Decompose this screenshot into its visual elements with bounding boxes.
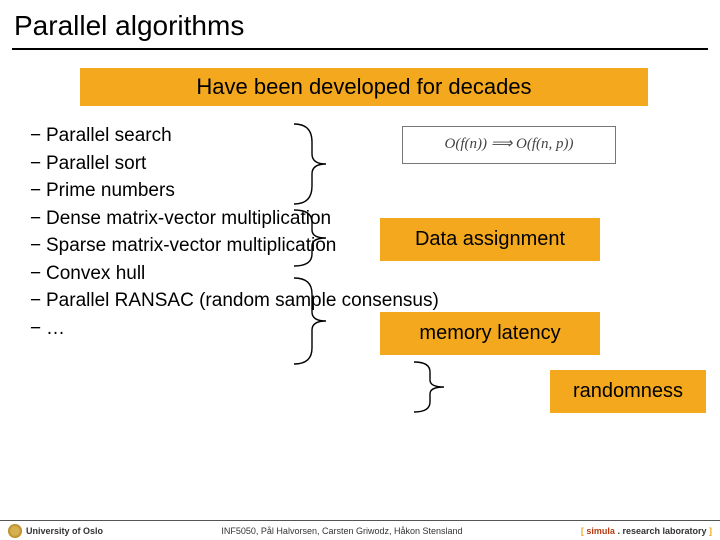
brace-icon <box>288 276 328 366</box>
slide-title: Parallel algorithms <box>0 0 720 46</box>
bullet-dash-icon: − <box>30 315 46 343</box>
list-item: − Parallel RANSAC (random sample consens… <box>30 287 720 315</box>
complexity-formula: O(f(n)) ⟹ O(f(n, p)) <box>402 126 616 164</box>
bullet-dash-icon: − <box>30 260 46 288</box>
list-item-label: … <box>46 315 65 343</box>
footer-left: University of Oslo <box>8 524 103 538</box>
brace-icon <box>288 208 328 268</box>
bullet-dash-icon: − <box>30 232 46 260</box>
brace-icon <box>288 122 328 206</box>
list-item: − Dense matrix-vector multiplication <box>30 205 720 233</box>
content-area: − Parallel search − Parallel sort − Prim… <box>30 122 720 342</box>
footer-brand-lab: research laboratory <box>622 526 706 536</box>
list-item: − Parallel search <box>30 122 720 150</box>
tag-data-assignment: Data assignment <box>380 218 600 261</box>
list-item: − Convex hull <box>30 260 720 288</box>
list-item-label: Parallel search <box>46 122 172 150</box>
footer-university: University of Oslo <box>26 526 103 536</box>
headline-banner: Have been developed for decades <box>80 68 648 106</box>
bullet-dash-icon: − <box>30 287 46 315</box>
university-seal-icon <box>8 524 22 538</box>
footer-lab: [ simula . research laboratory ] <box>581 526 712 536</box>
tag-randomness: randomness <box>550 370 706 413</box>
bullet-dash-icon: − <box>30 205 46 233</box>
footer-course-info: INF5050, Pål Halvorsen, Carsten Griwodz,… <box>103 526 581 536</box>
bullet-dash-icon: − <box>30 122 46 150</box>
bullet-dash-icon: − <box>30 150 46 178</box>
bullet-dash-icon: − <box>30 177 46 205</box>
list-item: − Prime numbers <box>30 177 720 205</box>
list-item: − Parallel sort <box>30 150 720 178</box>
footer-brand-simula: simula <box>586 526 615 536</box>
list-item-label: Prime numbers <box>46 177 175 205</box>
brace-icon <box>408 360 448 414</box>
list-item: − … <box>30 315 720 343</box>
title-underline <box>12 48 708 50</box>
bracket-close-icon: ] <box>707 526 713 536</box>
list-item-label: Parallel RANSAC (random sample consensus… <box>46 287 439 315</box>
footer-bar: University of Oslo INF5050, Pål Halvorse… <box>0 520 720 540</box>
tag-memory-latency: memory latency <box>380 312 600 355</box>
list-item-label: Convex hull <box>46 260 145 288</box>
list-item: − Sparse matrix-vector multiplication <box>30 232 720 260</box>
list-item-label: Parallel sort <box>46 150 146 178</box>
